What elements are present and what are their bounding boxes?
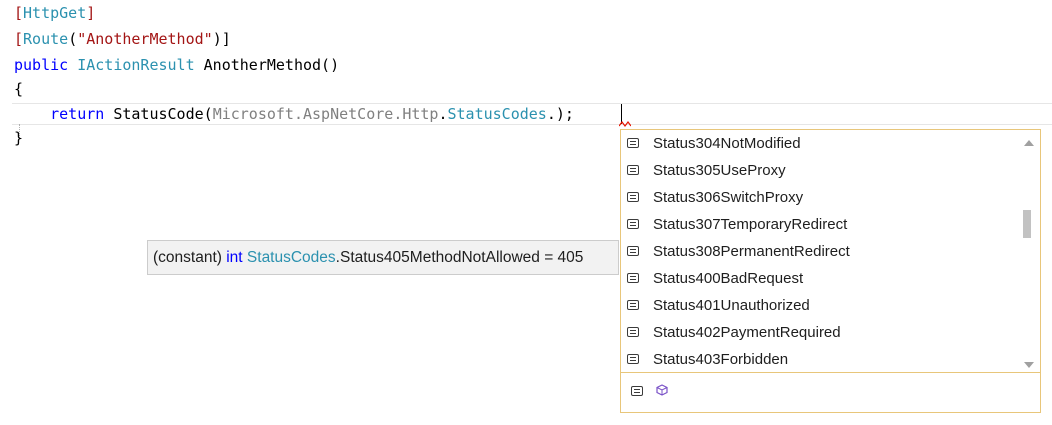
dot: . [438,105,448,123]
completion-item[interactable]: Status306SwitchProxy [621,184,1017,211]
code-line-3: public IActionResult AnotherMethod() [14,54,339,76]
code-line-1: [HttpGet] [14,2,95,24]
quick-info-tooltip: (constant) int StatusCodes.Status405Meth… [147,240,619,275]
dot: . [546,105,556,123]
attr-httpget: HttpGet [23,4,87,22]
class-statuscodes: StatusCodes [447,105,547,123]
paren-open: ( [68,30,78,48]
call-statuscode: StatusCode( [104,105,213,123]
completion-item-label: Status400BadRequest [653,270,804,287]
completion-item[interactable]: Status400BadRequest [621,265,1017,292]
code-line-5: return StatusCode(Microsoft.AspNetCore.H… [14,103,574,125]
namespace-microsoft: Microsoft [212,105,294,123]
completion-item-label: Status401Unauthorized [653,297,810,314]
attr-route: Route [23,30,69,48]
tooltip-member: .Status405MethodNotAllowed = 405 [335,249,584,266]
completion-item-label: Status305UseProxy [653,162,786,179]
method-signature: AnotherMethod() [194,56,340,74]
constant-field-icon [627,192,639,202]
attr-bracket-close: ] [86,4,96,22]
route-string: "AnotherMethod" [77,30,213,48]
scroll-up-arrow-icon[interactable] [1024,140,1034,146]
namespace-aspnetcore: AspNetCore [303,105,394,123]
attr-bracket-open: [ [14,4,24,22]
namespace-http: Http [402,105,439,123]
attr-bracket-open: [ [14,30,24,48]
completion-scrollbar[interactable] [1018,130,1040,372]
completion-item[interactable]: Status402PaymentRequired [621,319,1017,346]
constant-field-icon [627,300,639,310]
type-iactionresult: IActionResult [77,56,195,74]
constant-field-icon [627,327,639,337]
tooltip-prefix: (constant) [153,249,227,266]
completion-item-label: Status403Forbidden [653,351,789,368]
completion-item[interactable]: Status403Forbidden [621,346,1017,373]
statement-end: ); [555,105,574,123]
dot: . [393,105,403,123]
completion-item[interactable]: Status305UseProxy [621,157,1017,184]
keyword-public: public [14,56,69,74]
class-filter-icon[interactable] [655,383,669,397]
completion-item-label: Status307TemporaryRedirect [653,216,848,233]
code-line-2: [Route("AnotherMethod")] [14,28,231,50]
paren-close: )] [212,30,231,48]
scroll-down-arrow-icon[interactable] [1024,362,1034,368]
code-line-4: { [14,80,24,98]
completion-item[interactable]: Status401Unauthorized [621,292,1017,319]
constant-field-icon [627,246,639,256]
completion-item-label: Status402PaymentRequired [653,324,841,341]
completion-item-label: Status306SwitchProxy [653,189,804,206]
tooltip-type-keyword: int [226,249,243,266]
keyword-return: return [50,105,105,123]
completion-item-label: Status304NotModified [653,135,801,152]
constant-field-icon [627,354,639,364]
completion-item-label: Status308PermanentRedirect [653,243,850,260]
completion-item[interactable]: Status308PermanentRedirect [621,238,1017,265]
constant-filter-icon[interactable] [631,386,643,396]
constant-field-icon [627,273,639,283]
completion-item[interactable]: Status304NotModified [621,130,1017,157]
completion-list[interactable]: Status304NotModified Status305UseProxy Sta… [621,130,1017,372]
dot: . [293,105,303,123]
scroll-thumb[interactable] [1023,210,1031,238]
constant-field-icon [627,219,639,229]
completion-item[interactable]: Status307TemporaryRedirect [621,211,1017,238]
error-squiggle [619,121,631,127]
tooltip-class-name: StatusCodes [246,249,336,266]
constant-field-icon [627,165,639,175]
completion-filter-bar [621,372,1040,412]
code-line-6: } [14,129,24,147]
completion-popup[interactable]: Status304NotModified Status305UseProxy Sta… [620,129,1041,413]
constant-field-icon [627,138,639,148]
